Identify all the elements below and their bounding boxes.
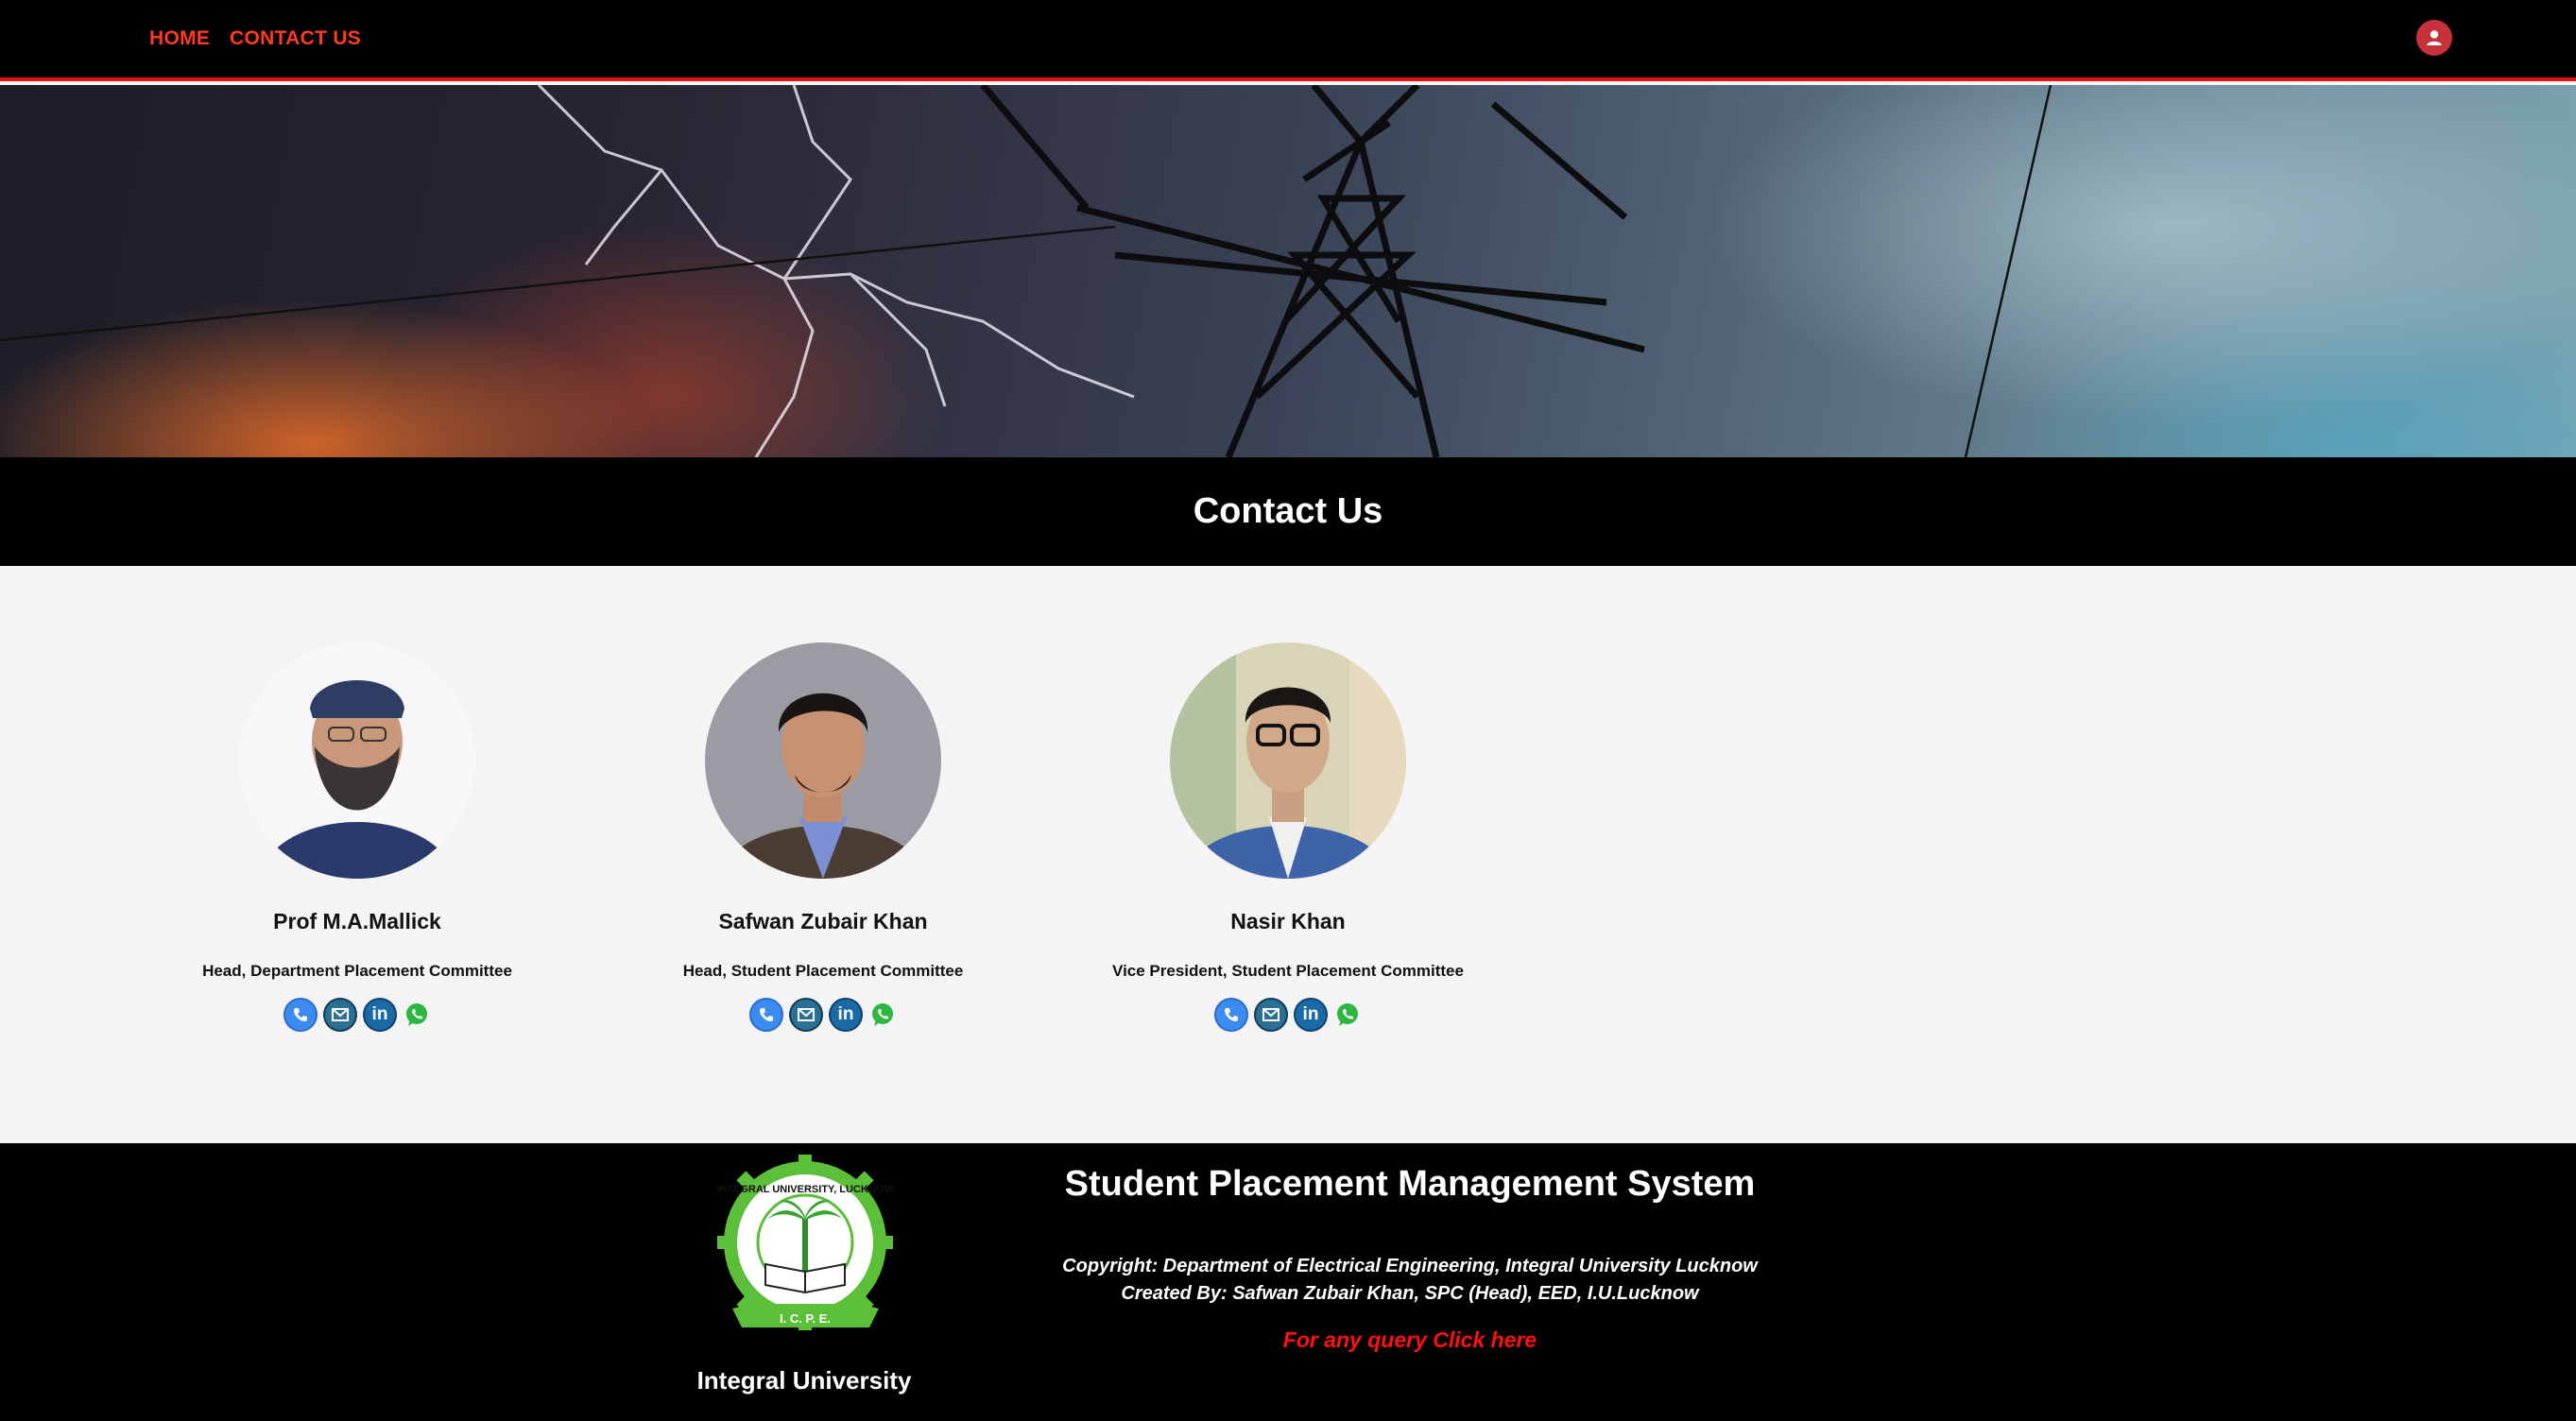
page-title: Contact Us <box>1193 491 1383 531</box>
email-icon[interactable] <box>789 998 823 1032</box>
copyright-text: Copyright: Department of Electrical Engi… <box>945 1253 1875 1308</box>
user-icon[interactable] <box>2416 20 2452 56</box>
footer: INTEGRAL UNIVERSITY, LUCKNOW I. C. P. E.… <box>0 1143 2576 1421</box>
system-title: Student Placement Management System <box>1064 1164 1756 1204</box>
contact-icons: in <box>159 998 556 1032</box>
university-name: Integral University <box>696 1366 912 1395</box>
avatar <box>705 642 941 879</box>
contact-name: Nasir Khan <box>1230 909 1346 933</box>
logo-banner-text: I. C. P. E. <box>780 1311 831 1326</box>
contact-name: Prof M.A.Mallick <box>273 909 441 933</box>
contact-role: Head, Student Placement Committee <box>682 962 964 980</box>
phone-icon[interactable] <box>749 998 783 1032</box>
phone-icon[interactable] <box>283 998 318 1032</box>
contact-card: Safwan Zubair Khan Head, Student Placeme… <box>625 642 1022 1032</box>
avatar <box>1170 642 1406 879</box>
contact-icons: in <box>1090 998 1486 1032</box>
contact-card: Prof M.A.Mallick Head, Department Placem… <box>159 642 556 1032</box>
avatar <box>239 642 475 879</box>
logo-arc-text: INTEGRAL UNIVERSITY, LUCKNOW <box>716 1184 894 1195</box>
linkedin-icon[interactable]: in <box>829 998 863 1032</box>
nav-contact-link[interactable]: CONTACT US <box>230 27 361 50</box>
linkedin-icon[interactable]: in <box>1294 998 1328 1032</box>
email-icon[interactable] <box>323 998 357 1032</box>
created-by-line: Created By: Safwan Zubair Khan, SPC (Hea… <box>1121 1283 1699 1304</box>
contact-icons: in <box>625 998 1022 1032</box>
page-title-band: Contact Us <box>0 457 2576 566</box>
contact-card: Nasir Khan Vice President, Student Place… <box>1090 642 1486 1032</box>
email-icon[interactable] <box>1254 998 1288 1032</box>
contact-role: Head, Department Placement Committee <box>202 962 512 980</box>
contact-role: Vice President, Student Placement Commit… <box>1112 962 1464 980</box>
query-link[interactable]: For any query Click here <box>945 1327 1875 1353</box>
nav-home-link[interactable]: HOME <box>149 27 210 50</box>
integral-university-logo: INTEGRAL UNIVERSITY, LUCKNOW I. C. P. E. <box>713 1153 898 1342</box>
whatsapp-icon[interactable] <box>1333 998 1362 1032</box>
top-navbar: HOME CONTACT US <box>0 0 2576 81</box>
linkedin-icon[interactable]: in <box>363 998 397 1032</box>
hero-banner <box>0 85 2576 457</box>
contact-name: Safwan Zubair Khan <box>718 909 928 933</box>
phone-icon[interactable] <box>1214 998 1248 1032</box>
whatsapp-icon[interactable] <box>403 998 431 1032</box>
whatsapp-icon[interactable] <box>868 998 897 1032</box>
copyright-line: Copyright: Department of Electrical Engi… <box>1062 1256 1758 1276</box>
